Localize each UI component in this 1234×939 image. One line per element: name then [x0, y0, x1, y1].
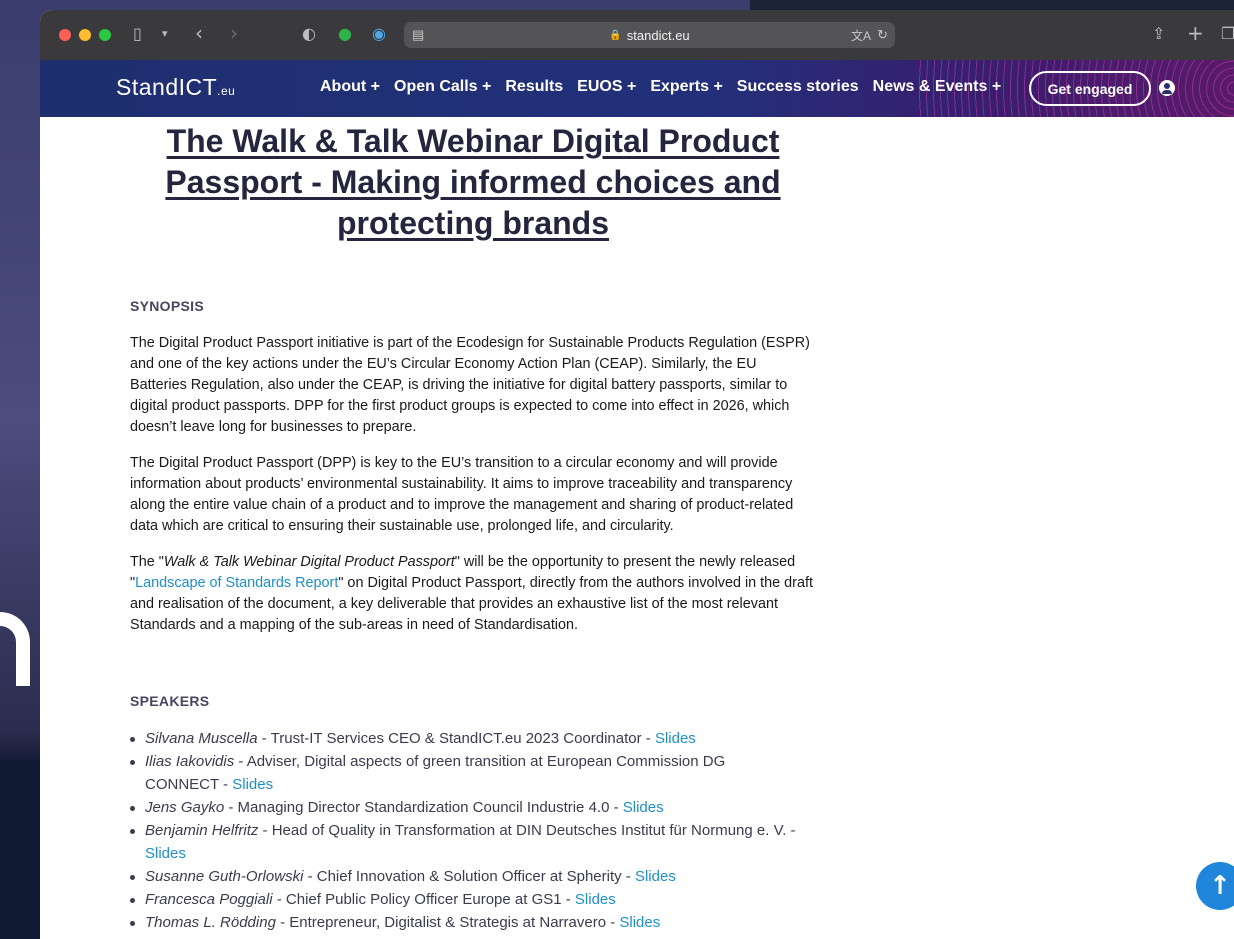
- p3-webinar-name: Walk & Talk Webinar Digital Product Pass…: [163, 554, 455, 570]
- reader-icon[interactable]: ▤: [412, 27, 424, 43]
- browser-toolbar: ▯ ▾ ‹ › ◐ ● ◉ ▤ 🔒 standict.eu 文A ↻ ⇪ + ❐: [40, 10, 1234, 60]
- site-logo[interactable]: StandICT.eu: [116, 74, 235, 101]
- window-controls: [59, 29, 111, 41]
- tabs-icon[interactable]: ❐: [1221, 24, 1234, 43]
- nav-item-about[interactable]: About +: [320, 78, 380, 96]
- speaker-name: Ilias Iakovidis: [145, 753, 235, 770]
- close-window-button[interactable]: [59, 29, 71, 41]
- nav-item-open-calls[interactable]: Open Calls +: [394, 78, 491, 96]
- list-item: Thomas L. Rödding - Entrepreneur, Digita…: [130, 911, 802, 934]
- nav-item-euos[interactable]: EUOS +: [577, 78, 636, 96]
- speaker-role: - Trust-IT Services CEO & StandICT.eu 20…: [257, 730, 655, 747]
- desktop-dark-band: [0, 760, 40, 939]
- slides-link[interactable]: Slides: [232, 776, 273, 793]
- zoom-window-button[interactable]: [99, 29, 111, 41]
- evernote-icon[interactable]: ●: [338, 24, 352, 43]
- extension-icon[interactable]: ◉: [372, 24, 386, 43]
- synopsis-heading: SYNOPSIS: [130, 298, 204, 314]
- translate-icon[interactable]: 文A: [851, 27, 871, 44]
- minimize-window-button[interactable]: [79, 29, 91, 41]
- speaker-role: - Chief Public Policy Officer Europe at …: [272, 891, 575, 908]
- browser-window: ▯ ▾ ‹ › ◐ ● ◉ ▤ 🔒 standict.eu 文A ↻ ⇪ + ❐…: [40, 10, 1234, 939]
- synopsis-paragraph-3: The "Walk & Talk Webinar Digital Product…: [130, 552, 814, 636]
- get-engaged-button[interactable]: Get engaged: [1029, 71, 1151, 106]
- new-tab-icon[interactable]: +: [1187, 21, 1204, 45]
- scroll-to-top-button[interactable]: ↑: [1196, 862, 1234, 910]
- back-icon[interactable]: ‹: [195, 21, 203, 45]
- speaker-name: Jens Gayko: [145, 799, 225, 816]
- nav-item-experts[interactable]: Experts +: [650, 78, 722, 96]
- speaker-role: - Head of Quality in Transformation at D…: [258, 822, 796, 839]
- share-icon[interactable]: ⇪: [1152, 24, 1165, 43]
- slides-link[interactable]: Slides: [145, 845, 186, 862]
- slides-link[interactable]: Slides: [623, 799, 664, 816]
- p3-text-a: The ": [130, 554, 164, 570]
- slides-link[interactable]: Slides: [575, 891, 616, 908]
- nav-item-results[interactable]: Results: [505, 78, 563, 96]
- list-item: Francesca Poggiali - Chief Public Policy…: [130, 888, 802, 911]
- lock-icon: 🔒: [609, 29, 622, 41]
- synopsis-paragraph-2: The Digital Product Passport (DPP) is ke…: [130, 455, 794, 534]
- site-header: StandICT.eu About + Open Calls + Results…: [40, 60, 1234, 117]
- user-icon[interactable]: [1159, 80, 1175, 96]
- nav-item-success-stories[interactable]: Success stories: [737, 78, 859, 96]
- list-item: Silvana Muscella - Trust-IT Services CEO…: [130, 727, 802, 750]
- logo-text: StandICT: [116, 74, 218, 100]
- address-bar[interactable]: ▤ 🔒 standict.eu 文A ↻: [404, 22, 895, 48]
- desktop-glyph: [0, 612, 30, 686]
- synopsis-paragraph-1: The Digital Product Passport initiative …: [130, 335, 810, 435]
- speaker-name: Thomas L. Rödding: [145, 914, 276, 931]
- article: The Walk & Talk Webinar Digital Product …: [130, 121, 816, 934]
- sidebar-icon[interactable]: ▯: [133, 24, 142, 43]
- main-nav: About + Open Calls + Results EUOS + Expe…: [320, 78, 1001, 96]
- list-item: Ilias Iakovidis - Adviser, Digital aspec…: [130, 750, 802, 796]
- nav-item-news-events[interactable]: News & Events +: [873, 78, 1002, 96]
- speaker-name: Susanne Guth-Orlowski: [145, 868, 304, 885]
- speaker-name: Silvana Muscella: [145, 730, 258, 747]
- shield-icon[interactable]: ◐: [302, 24, 316, 43]
- list-item: Benjamin Helfritz - Head of Quality in T…: [130, 819, 802, 865]
- reload-icon[interactable]: ↻: [877, 27, 888, 43]
- speakers-list: Silvana Muscella - Trust-IT Services CEO…: [130, 727, 816, 934]
- landscape-report-link[interactable]: Landscape of Standards Report: [135, 575, 338, 591]
- list-item: Jens Gayko - Managing Director Standardi…: [130, 796, 802, 819]
- slides-link[interactable]: Slides: [655, 730, 696, 747]
- speaker-role: - Managing Director Standardization Coun…: [224, 799, 623, 816]
- url-text: standict.eu: [626, 27, 690, 43]
- speaker-name: Francesca Poggiali: [145, 891, 273, 908]
- chevron-down-icon[interactable]: ▾: [162, 27, 168, 40]
- page-title: The Walk & Talk Webinar Digital Product …: [165, 123, 781, 241]
- speaker-role: - Entrepreneur, Digitalist & Strategis a…: [275, 914, 620, 931]
- list-item: Susanne Guth-Orlowski - Chief Innovation…: [130, 865, 802, 888]
- speaker-role: - Chief Innovation & Solution Officer at…: [303, 868, 635, 885]
- speaker-name: Benjamin Helfritz: [145, 822, 259, 839]
- slides-link[interactable]: Slides: [635, 868, 676, 885]
- forward-icon[interactable]: ›: [230, 21, 238, 45]
- arrow-up-icon: ↑: [1209, 871, 1231, 901]
- slides-link[interactable]: Slides: [619, 914, 660, 931]
- logo-suffix: .eu: [217, 84, 236, 98]
- speakers-heading: SPEAKERS: [130, 693, 210, 709]
